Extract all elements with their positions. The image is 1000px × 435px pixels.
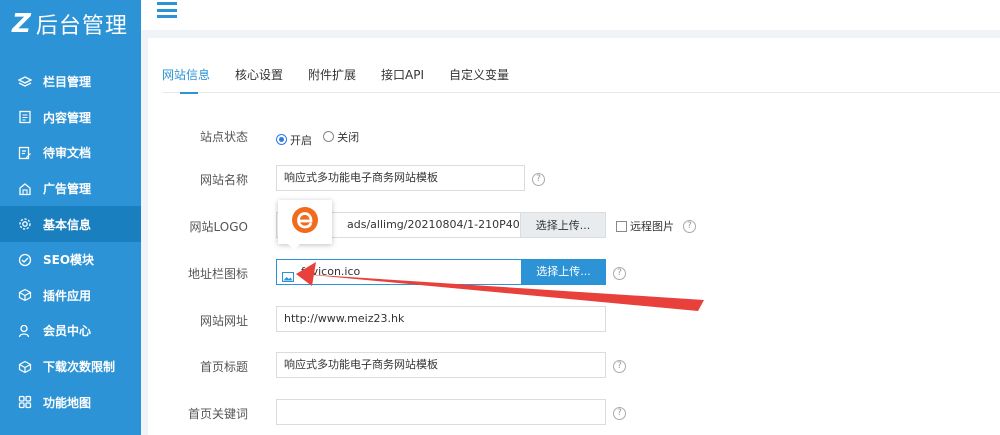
sidebar: Z 后台管理 栏目管理 内容管理 待审文档 广告管理 基本信息 SEO模块 插件… — [0, 0, 141, 435]
sidebar-item-label: 内容管理 — [43, 110, 92, 125]
settings-tabs: 网站信息 核心设置 附件扩展 接口API 自定义变量 — [162, 62, 1000, 94]
help-icon[interactable]: ? — [683, 220, 696, 233]
status-off-radio[interactable]: 关闭 — [323, 129, 359, 145]
status-off-label: 关闭 — [337, 130, 360, 144]
edit-document-icon — [18, 146, 32, 160]
site-logo-label: 网站LOGO — [189, 220, 248, 234]
tab-attachment-extension[interactable]: 附件扩展 — [308, 62, 356, 93]
logo-upload-button[interactable]: 选择上传... — [520, 212, 606, 238]
site-status-label: 站点状态 — [199, 130, 248, 144]
sidebar-item-basic-info[interactable]: 基本信息 — [0, 206, 141, 242]
sidebar-item-ad-management[interactable]: 广告管理 — [0, 171, 141, 207]
logo-preview-popup — [278, 200, 332, 250]
document-icon — [18, 110, 32, 124]
sidebar-item-seo[interactable]: SEO模块 — [0, 242, 141, 278]
sidebar-item-function-map[interactable]: 功能地图 — [0, 384, 141, 420]
sidebar-item-label: 插件应用 — [43, 288, 92, 303]
sidebar-item-plugins[interactable]: 插件应用 — [0, 278, 141, 314]
cube-icon — [18, 360, 32, 374]
logo-mark: Z — [12, 9, 32, 39]
sidebar-nav: 栏目管理 内容管理 待审文档 广告管理 基本信息 SEO模块 插件应用 会员中心… — [0, 64, 141, 420]
favicon-label: 地址栏图标 — [187, 267, 248, 281]
tab-site-info[interactable]: 网站信息 — [162, 62, 210, 94]
ad-icon — [18, 182, 32, 196]
home-keywords-input[interactable] — [276, 399, 606, 425]
sidebar-item-label: 下载次数限制 — [43, 360, 116, 375]
row-favicon: 地址栏图标 favicon.ico 选择上传... ? — [148, 259, 1000, 287]
site-url-label: 网站网址 — [199, 314, 248, 328]
row-home-title: 首页标题 响应式多功能电子商务网站模板 ? — [148, 352, 1000, 380]
sidebar-item-member-center[interactable]: 会员中心 — [0, 313, 141, 349]
sidebar-item-label: 会员中心 — [43, 324, 92, 339]
sidebar-item-label: 功能地图 — [43, 395, 92, 410]
seo-icon — [18, 253, 32, 267]
help-icon[interactable]: ? — [613, 267, 626, 280]
help-icon[interactable]: ? — [613, 360, 626, 373]
menu-toggle-icon[interactable] — [157, 2, 177, 18]
sidebar-item-label: SEO模块 — [43, 253, 95, 268]
app-logo[interactable]: Z 后台管理 — [0, 0, 141, 48]
sidebar-item-label: 栏目管理 — [43, 75, 92, 90]
row-site-status: 站点状态 开启 关闭 — [148, 122, 1000, 150]
help-icon[interactable]: ? — [532, 173, 545, 186]
user-icon — [18, 324, 32, 338]
row-site-logo: 网站LOGO ads/allimg/20210804/1-210P409553 … — [148, 212, 1000, 240]
logo-text: 后台管理 — [35, 14, 128, 39]
row-home-keywords: 首页关键词 ? — [148, 399, 1000, 427]
home-title-label: 首页标题 — [199, 360, 248, 374]
row-site-name: 网站名称 响应式多功能电子商务网站模板 ? — [148, 165, 1000, 193]
row-site-url: 网站网址 http://www.meiz23.hk — [148, 306, 1000, 334]
remote-image-checkbox[interactable]: 远程图片 — [616, 218, 674, 234]
remote-image-label: 远程图片 — [630, 220, 674, 233]
status-on-label: 开启 — [290, 133, 312, 147]
sidebar-item-pending-docs[interactable]: 待审文档 — [0, 135, 141, 171]
tab-api[interactable]: 接口API — [381, 62, 424, 93]
sidebar-item-content-management[interactable]: 内容管理 — [0, 100, 141, 136]
sidebar-item-label: 广告管理 — [43, 182, 92, 197]
site-status-options: 开启 关闭 — [276, 127, 365, 148]
help-icon[interactable]: ? — [613, 407, 626, 420]
tab-core-settings[interactable]: 核心设置 — [235, 62, 283, 93]
sidebar-item-download-limit[interactable]: 下载次数限制 — [0, 349, 141, 385]
sidebar-item-label: 基本信息 — [43, 217, 92, 232]
tab-custom-variables[interactable]: 自定义变量 — [449, 62, 509, 93]
layers-icon — [18, 75, 32, 89]
gear-icon — [18, 217, 32, 231]
top-bar — [141, 0, 1000, 30]
home-title-input[interactable]: 响应式多功能电子商务网站模板 — [276, 352, 606, 378]
image-icon — [282, 267, 294, 286]
site-name-input[interactable]: 响应式多功能电子商务网站模板 — [276, 165, 525, 191]
grid-icon — [18, 395, 32, 409]
favicon-input[interactable]: favicon.ico — [276, 259, 522, 285]
status-on-radio[interactable]: 开启 — [276, 132, 312, 148]
sidebar-item-column-management[interactable]: 栏目管理 — [0, 64, 141, 100]
cube-icon — [18, 288, 32, 302]
main-content: 网站信息 核心设置 附件扩展 接口API 自定义变量 站点状态 开启 关闭 网站… — [148, 38, 1000, 435]
logo-preview-image — [291, 206, 319, 238]
home-keywords-label: 首页关键词 — [187, 407, 248, 421]
site-name-label: 网站名称 — [199, 173, 248, 187]
favicon-upload-button[interactable]: 选择上传... — [521, 259, 606, 285]
sidebar-item-label: 待审文档 — [43, 146, 92, 161]
site-url-input[interactable]: http://www.meiz23.hk — [276, 306, 606, 332]
